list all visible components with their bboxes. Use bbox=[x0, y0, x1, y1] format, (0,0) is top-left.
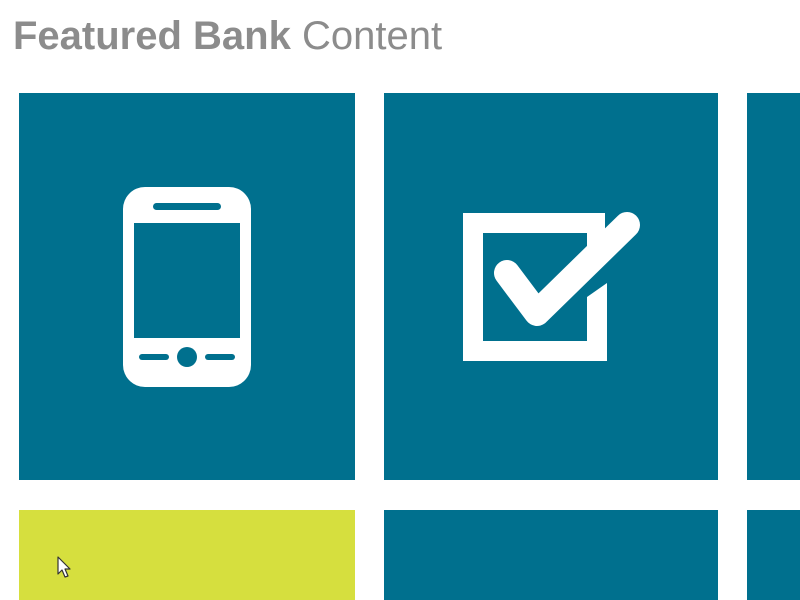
lime-tile[interactable] bbox=[19, 510, 355, 600]
checkbox-checked-icon bbox=[463, 211, 640, 361]
teal-tile-bottom-middle[interactable] bbox=[384, 510, 718, 600]
checkbox-tile[interactable] bbox=[384, 93, 718, 480]
featured-content-page: Featured Bank Content bbox=[0, 0, 800, 600]
page-title: Featured Bank Content bbox=[13, 12, 442, 60]
page-title-light: Content bbox=[301, 14, 443, 58]
smartphone-icon bbox=[123, 186, 251, 387]
partial-tile-right-bottom[interactable] bbox=[747, 510, 800, 600]
partial-tile-right-top[interactable] bbox=[747, 93, 800, 480]
mobile-tile[interactable] bbox=[19, 93, 355, 480]
page-title-bold: Featured Bank bbox=[13, 14, 291, 58]
